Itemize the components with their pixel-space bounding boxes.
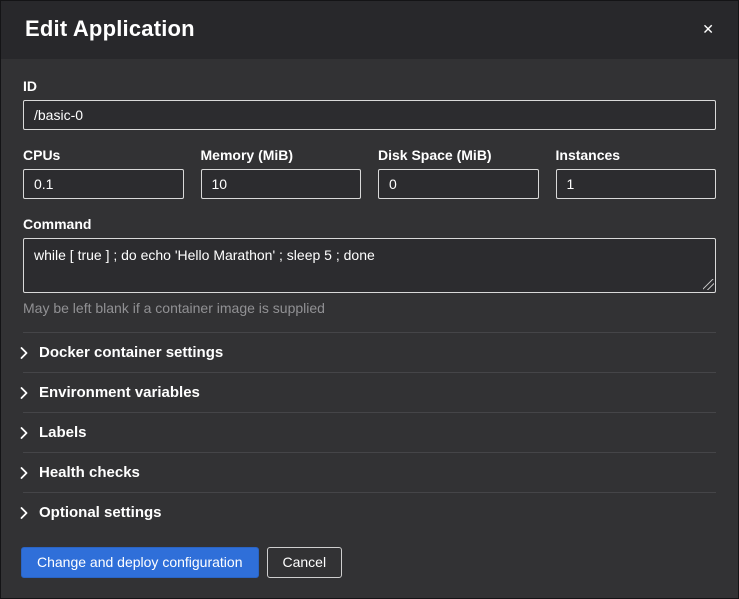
cpus-label: CPUs — [23, 147, 184, 163]
section-label: Health checks — [39, 464, 140, 481]
accordion-sections: Docker container settings Environment va… — [23, 332, 716, 532]
section-health-checks[interactable]: Health checks — [23, 452, 716, 492]
id-input[interactable] — [23, 100, 716, 130]
section-labels[interactable]: Labels — [23, 412, 716, 452]
command-field-group: Command while [ true ] ; do echo 'Hello … — [23, 216, 716, 316]
id-label: ID — [23, 78, 716, 94]
modal-body: ID CPUs Memory (MiB) Disk Space (MiB) In… — [1, 59, 738, 532]
section-label: Docker container settings — [39, 344, 223, 361]
chevron-right-icon — [20, 507, 28, 519]
command-textarea[interactable]: while [ true ] ; do echo 'Hello Marathon… — [23, 238, 716, 293]
modal-footer: Change and deploy configuration Cancel — [1, 532, 738, 598]
instances-input[interactable] — [556, 169, 717, 199]
command-textarea-wrap: while [ true ] ; do echo 'Hello Marathon… — [23, 238, 716, 293]
command-label: Command — [23, 216, 716, 232]
cpus-input[interactable] — [23, 169, 184, 199]
section-label: Labels — [39, 424, 87, 441]
section-label: Environment variables — [39, 384, 200, 401]
modal-header: Edit Application ✕ — [1, 1, 738, 59]
chevron-right-icon — [20, 467, 28, 479]
disk-input[interactable] — [378, 169, 539, 199]
cancel-button[interactable]: Cancel — [267, 547, 343, 578]
memory-field-group: Memory (MiB) — [201, 147, 362, 199]
chevron-right-icon — [20, 387, 28, 399]
section-docker-container-settings[interactable]: Docker container settings — [23, 332, 716, 372]
chevron-right-icon — [20, 427, 28, 439]
edit-application-modal: Edit Application ✕ ID CPUs Memory (MiB) … — [0, 0, 739, 599]
resource-fields-row: CPUs Memory (MiB) Disk Space (MiB) Insta… — [23, 147, 716, 199]
section-environment-variables[interactable]: Environment variables — [23, 372, 716, 412]
disk-label: Disk Space (MiB) — [378, 147, 539, 163]
instances-label: Instances — [556, 147, 717, 163]
disk-field-group: Disk Space (MiB) — [378, 147, 539, 199]
change-and-deploy-button[interactable]: Change and deploy configuration — [21, 547, 259, 578]
modal-title: Edit Application — [25, 16, 195, 42]
command-help-text: May be left blank if a container image i… — [23, 300, 716, 316]
cpus-field-group: CPUs — [23, 147, 184, 199]
section-label: Optional settings — [39, 504, 162, 521]
memory-input[interactable] — [201, 169, 362, 199]
close-icon[interactable]: ✕ — [696, 16, 716, 38]
section-optional-settings[interactable]: Optional settings — [23, 492, 716, 532]
instances-field-group: Instances — [556, 147, 717, 199]
memory-label: Memory (MiB) — [201, 147, 362, 163]
id-field-group: ID — [23, 78, 716, 130]
chevron-right-icon — [20, 347, 28, 359]
